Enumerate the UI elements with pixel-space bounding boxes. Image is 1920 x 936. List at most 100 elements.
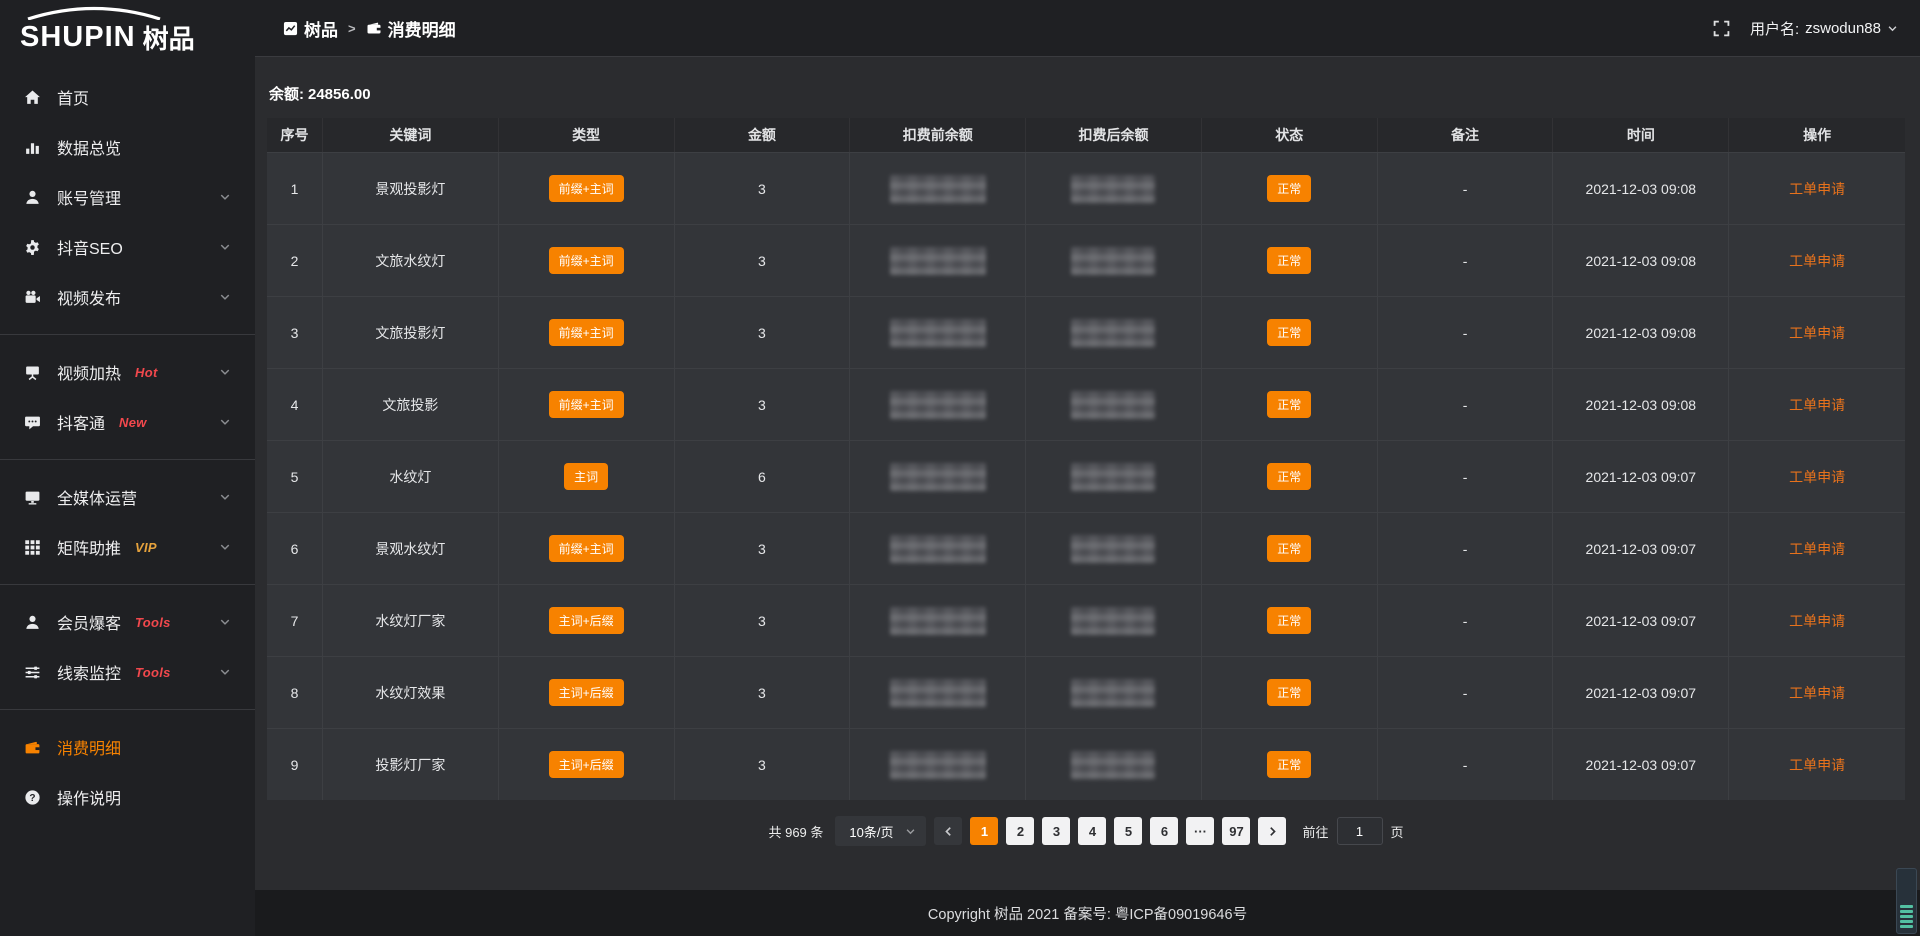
page-button-6[interactable]: 6 — [1150, 817, 1178, 845]
fullscreen-icon[interactable] — [1713, 20, 1730, 37]
page-button-4[interactable]: 4 — [1078, 817, 1106, 845]
floating-widget[interactable] — [1896, 868, 1917, 934]
masked-value — [890, 679, 986, 707]
cell-status: 正常 — [1202, 441, 1378, 512]
sidebar-item-label: 视频发布 — [57, 285, 121, 309]
cell-status: 正常 — [1202, 369, 1378, 440]
cell-keyword: 水纹灯效果 — [323, 657, 499, 728]
chevron-down-icon — [1887, 23, 1898, 34]
table-header: 序号关键词类型金额扣费前余额扣费后余额状态备注时间操作 — [267, 118, 1905, 152]
ticket-apply-link[interactable]: 工单申请 — [1789, 683, 1845, 703]
page-button-3[interactable]: 3 — [1042, 817, 1070, 845]
user-menu[interactable]: 用户名: zswodun88 — [1750, 18, 1898, 39]
sidebar-item-account-management[interactable]: 账号管理 — [0, 172, 255, 222]
ticket-apply-link[interactable]: 工单申请 — [1789, 611, 1845, 631]
sidebar-item-data-overview[interactable]: 数据总览 — [0, 122, 255, 172]
sidebar-item-consumption-detail[interactable]: 消费明细 — [0, 722, 255, 772]
sidebar-item-label: 线索监控 — [57, 660, 121, 684]
sidebar-divider — [0, 584, 255, 585]
cell-remark: - — [1378, 729, 1554, 800]
sidebar-item-label: 首页 — [57, 85, 89, 109]
status-badge: 正常 — [1267, 391, 1311, 418]
more-pages-button[interactable]: ··· — [1186, 817, 1214, 845]
app-layout: SHUPIN 树品 首页数据总览账号管理抖音SEO 视频发布视频加热Hot抖客通N… — [0, 0, 1920, 936]
cell-time: 2021-12-03 09:07 — [1553, 585, 1729, 656]
ticket-apply-link[interactable]: 工单申请 — [1789, 539, 1845, 559]
ticket-apply-link[interactable]: 工单申请 — [1789, 323, 1845, 343]
ticket-apply-link[interactable]: 工单申请 — [1789, 467, 1845, 487]
sidebar-item-matrix-boost[interactable]: 矩阵助推VIP — [0, 522, 255, 572]
cell-post-balance — [1026, 441, 1202, 512]
cell-type: 主词+后缀 — [499, 585, 675, 656]
sidebar-item-all-media-operation[interactable]: 全媒体运营 — [0, 472, 255, 522]
app-logo: SHUPIN 树品 — [0, 0, 255, 58]
cell-type: 前缀+主词 — [499, 225, 675, 296]
main-column: 树品 > 消费明细 用户名: zswodun88 — [255, 0, 1920, 936]
cell-amount: 6 — [675, 441, 851, 512]
prev-page-button[interactable] — [934, 817, 962, 845]
ticket-apply-link[interactable]: 工单申请 — [1789, 251, 1845, 271]
column-header-amount: 金额 — [675, 118, 851, 152]
pagination-total: 共 969 条 — [768, 822, 823, 841]
page-button-1[interactable]: 1 — [970, 817, 998, 845]
cell-keyword: 水纹灯 — [323, 441, 499, 512]
page-button-97[interactable]: 97 — [1222, 817, 1250, 845]
goto-page-input[interactable] — [1337, 817, 1383, 845]
sidebar-item-label: 数据总览 — [57, 135, 121, 159]
page-size-select[interactable]: 10条/页 — [835, 816, 926, 846]
column-header-action: 操作 — [1729, 118, 1905, 152]
page-button-2[interactable]: 2 — [1006, 817, 1034, 845]
user-icon — [24, 189, 44, 206]
balance-label: 余额: — [269, 86, 304, 103]
masked-value — [1071, 175, 1155, 203]
breadcrumb-item-current[interactable]: 消费明细 — [366, 16, 456, 41]
type-badge: 主词+后缀 — [549, 751, 624, 778]
sidebar-item-video-publish[interactable]: 视频发布 — [0, 272, 255, 322]
table-body: 1景观投影灯前缀+主词3正常-2021-12-03 09:08工单申请2文旅水纹… — [267, 152, 1905, 800]
sidebar-item-douyin-seo[interactable]: 抖音SEO — [0, 222, 255, 272]
breadcrumb-item-home[interactable]: 树品 — [283, 16, 338, 41]
username-label: 用户名: — [1750, 18, 1799, 39]
cell-keyword: 文旅水纹灯 — [323, 225, 499, 296]
cell-index: 8 — [267, 657, 323, 728]
cell-time: 2021-12-03 09:07 — [1553, 729, 1729, 800]
table-row: 7水纹灯厂家主词+后缀3正常-2021-12-03 09:07工单申请 — [267, 584, 1905, 656]
sidebar-item-badge: VIP — [135, 540, 157, 555]
sidebar-item-label: 会员爆客 — [57, 610, 121, 634]
page-button-5[interactable]: 5 — [1114, 817, 1142, 845]
sidebar-item-label: 账号管理 — [57, 185, 121, 209]
cell-type: 前缀+主词 — [499, 153, 675, 224]
cell-keyword: 文旅投影 — [323, 369, 499, 440]
sidebar-item-home[interactable]: 首页 — [0, 72, 255, 122]
column-header-type: 类型 — [499, 118, 675, 152]
sidebar-item-member-baoke[interactable]: 会员爆客Tools — [0, 597, 255, 647]
masked-value — [890, 319, 986, 347]
cell-time: 2021-12-03 09:07 — [1553, 441, 1729, 512]
cell-index: 3 — [267, 297, 323, 368]
logo-text-en: SHUPIN — [20, 23, 136, 52]
content: 余额:24856.00 序号关键词类型金额扣费前余额扣费后余额状态备注时间操作 … — [255, 57, 1920, 936]
sidebar-item-douketong[interactable]: 抖客通New — [0, 397, 255, 447]
gear-icon — [24, 239, 44, 256]
sidebar-item-clue-monitor[interactable]: 线索监控Tools — [0, 647, 255, 697]
column-header-pre_balance: 扣费前余额 — [850, 118, 1026, 152]
page-size-value: 10条/页 — [849, 822, 893, 841]
ticket-apply-link[interactable]: 工单申请 — [1789, 755, 1845, 775]
cell-status: 正常 — [1202, 585, 1378, 656]
cell-status: 正常 — [1202, 657, 1378, 728]
sidebar-item-label: 抖音SEO — [57, 235, 123, 259]
ticket-apply-link[interactable]: 工单申请 — [1789, 395, 1845, 415]
cell-amount: 3 — [675, 585, 851, 656]
type-badge: 前缀+主词 — [549, 175, 624, 202]
cell-index: 6 — [267, 513, 323, 584]
cell-type: 前缀+主词 — [499, 369, 675, 440]
ticket-apply-link[interactable]: 工单申请 — [1789, 179, 1845, 199]
cell-remark: - — [1378, 297, 1554, 368]
sidebar-item-operation-guide[interactable]: ?操作说明 — [0, 772, 255, 822]
cell-action: 工单申请 — [1729, 297, 1905, 368]
cell-status: 正常 — [1202, 513, 1378, 584]
next-page-button[interactable] — [1258, 817, 1286, 845]
sidebar-item-video-heat[interactable]: 视频加热Hot — [0, 347, 255, 397]
sidebar: SHUPIN 树品 首页数据总览账号管理抖音SEO 视频发布视频加热Hot抖客通N… — [0, 0, 255, 936]
column-header-post_balance: 扣费后余额 — [1026, 118, 1202, 152]
